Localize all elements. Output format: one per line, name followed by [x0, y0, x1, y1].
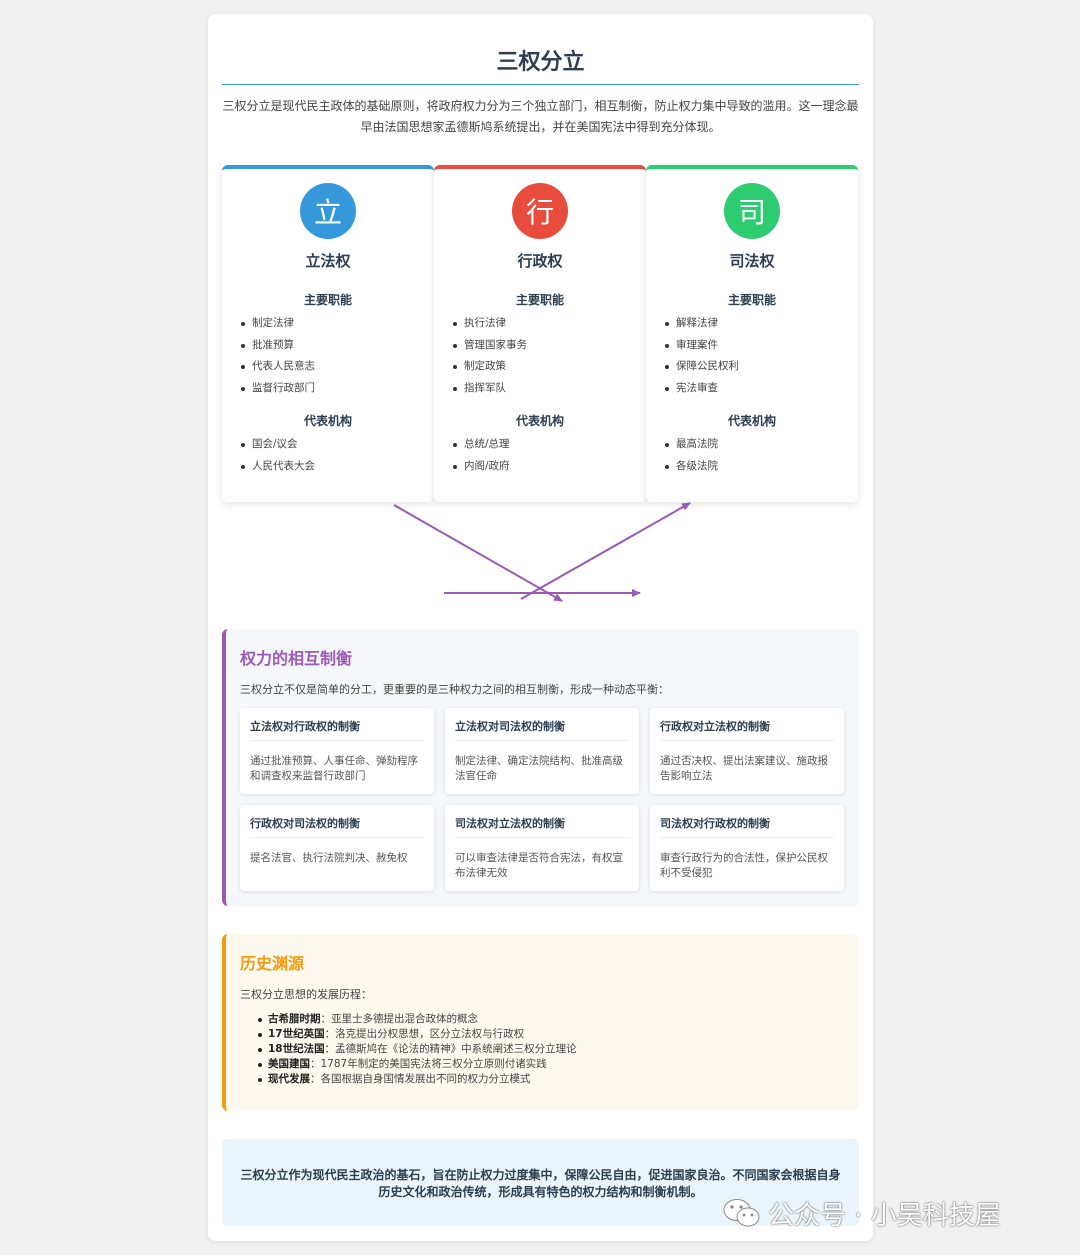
list-item: 18世纪法国：孟德斯鸠在《论法的精神》中系统阐述三权分立理论: [258, 1042, 577, 1057]
history-text: ：洛克提出分权思想，区分立法权与行政权: [324, 1028, 525, 1040]
section-description: 三权分立思想的发展历程：: [240, 988, 372, 1001]
check-card: 行政权对司法权的制衡 提名法官、执行法院判决、赦免权: [240, 805, 434, 891]
check-card-title: 立法权对司法权的制衡: [455, 718, 629, 741]
history-list: 古希腊时期：亚里士多德提出混合政体的概念 17世纪英国：洛克提出分权思想，区分立…: [258, 1012, 577, 1087]
section-title: 历史渊源: [240, 954, 305, 973]
checks-section: 权力的相互制衡 三权分立不仅是简单的分工，更重要的是三种权力之间的相互制衡，形成…: [222, 629, 859, 906]
check-card: 立法权对行政权的制衡 通过批准预算、人事任命、弹劾程序和调查权来监督行政部门: [240, 708, 434, 794]
arrow-line: [393, 504, 563, 602]
section-description: 三权分立不仅是简单的分工，更重要的是三种权力之间的相互制衡，形成一种动态平衡：: [240, 683, 669, 696]
history-section: 历史渊源 三权分立思想的发展历程： 古希腊时期：亚里士多德提出混合政体的概念 1…: [222, 934, 859, 1111]
checks-arrows-diagram: [393, 502, 691, 602]
section-title: 权力的相互制衡: [240, 649, 353, 668]
check-card-desc: 通过否决权、提出法案建议、施政报告影响立法: [660, 755, 828, 782]
list-item: 美国建国：1787年制定的美国宪法将三权分立原则付诸实践: [258, 1057, 577, 1072]
history-text: ：孟德斯鸠在《论法的精神》中系统阐述三权分立理论: [324, 1043, 577, 1055]
history-text: ：1787年制定的美国宪法将三权分立原则付诸实践: [310, 1058, 547, 1070]
check-card: 行政权对立法权的制衡 通过否决权、提出法案建议、施政报告影响立法: [650, 708, 844, 794]
check-card-title: 立法权对行政权的制衡: [250, 718, 424, 741]
check-card-desc: 可以审查法律是否符合宪法，有权宣布法律无效: [455, 852, 623, 879]
check-card-title: 司法权对行政权的制衡: [660, 815, 834, 838]
list-item: 古希腊时期：亚里士多德提出混合政体的概念: [258, 1012, 577, 1027]
watermark: 公众号 · 小吴科技屋: [722, 1196, 1001, 1231]
wechat-icon: [723, 1199, 760, 1227]
history-era: 17世纪英国: [268, 1028, 325, 1040]
history-era: 18世纪法国: [268, 1043, 325, 1055]
check-card: 司法权对立法权的制衡 可以审查法律是否符合宪法，有权宣布法律无效: [445, 805, 639, 891]
check-card-desc: 制定法律、确定法院结构、批准高级法官任命: [455, 755, 623, 782]
check-card-desc: 提名法官、执行法院判决、赦免权: [250, 852, 408, 864]
check-card-title: 行政权对立法权的制衡: [660, 718, 834, 741]
article-page: 三权分立 三权分立是现代民主政体的基础原则，将政府权力分为三个独立部门，相互制衡…: [208, 14, 873, 1241]
list-item: 现代发展：各国根据自身国情发展出不同的权力分立模式: [258, 1072, 577, 1087]
check-card-title: 司法权对立法权的制衡: [455, 815, 629, 838]
arrow-line: [520, 502, 691, 600]
history-era: 古希腊时期: [268, 1013, 321, 1025]
check-card: 司法权对行政权的制衡 审查行政行为的合法性，保护公民权利不受侵犯: [650, 805, 844, 891]
check-card: 立法权对司法权的制衡 制定法律、确定法院结构、批准高级法官任命: [445, 708, 639, 794]
watermark-text: 公众号 · 小吴科技屋: [768, 1200, 1001, 1231]
list-item: 17世纪英国：洛克提出分权思想，区分立法权与行政权: [258, 1027, 577, 1042]
history-text: ：亚里士多德提出混合政体的概念: [320, 1013, 479, 1025]
history-era: 美国建国: [268, 1058, 310, 1070]
check-card-title: 行政权对司法权的制衡: [250, 815, 424, 838]
check-card-desc: 审查行政行为的合法性，保护公民权利不受侵犯: [660, 852, 828, 879]
check-card-desc: 通过批准预算、人事任命、弹劾程序和调查权来监督行政部门: [250, 755, 418, 782]
history-text: ：各国根据自身国情发展出不同的权力分立模式: [310, 1073, 531, 1085]
history-era: 现代发展: [268, 1073, 310, 1085]
